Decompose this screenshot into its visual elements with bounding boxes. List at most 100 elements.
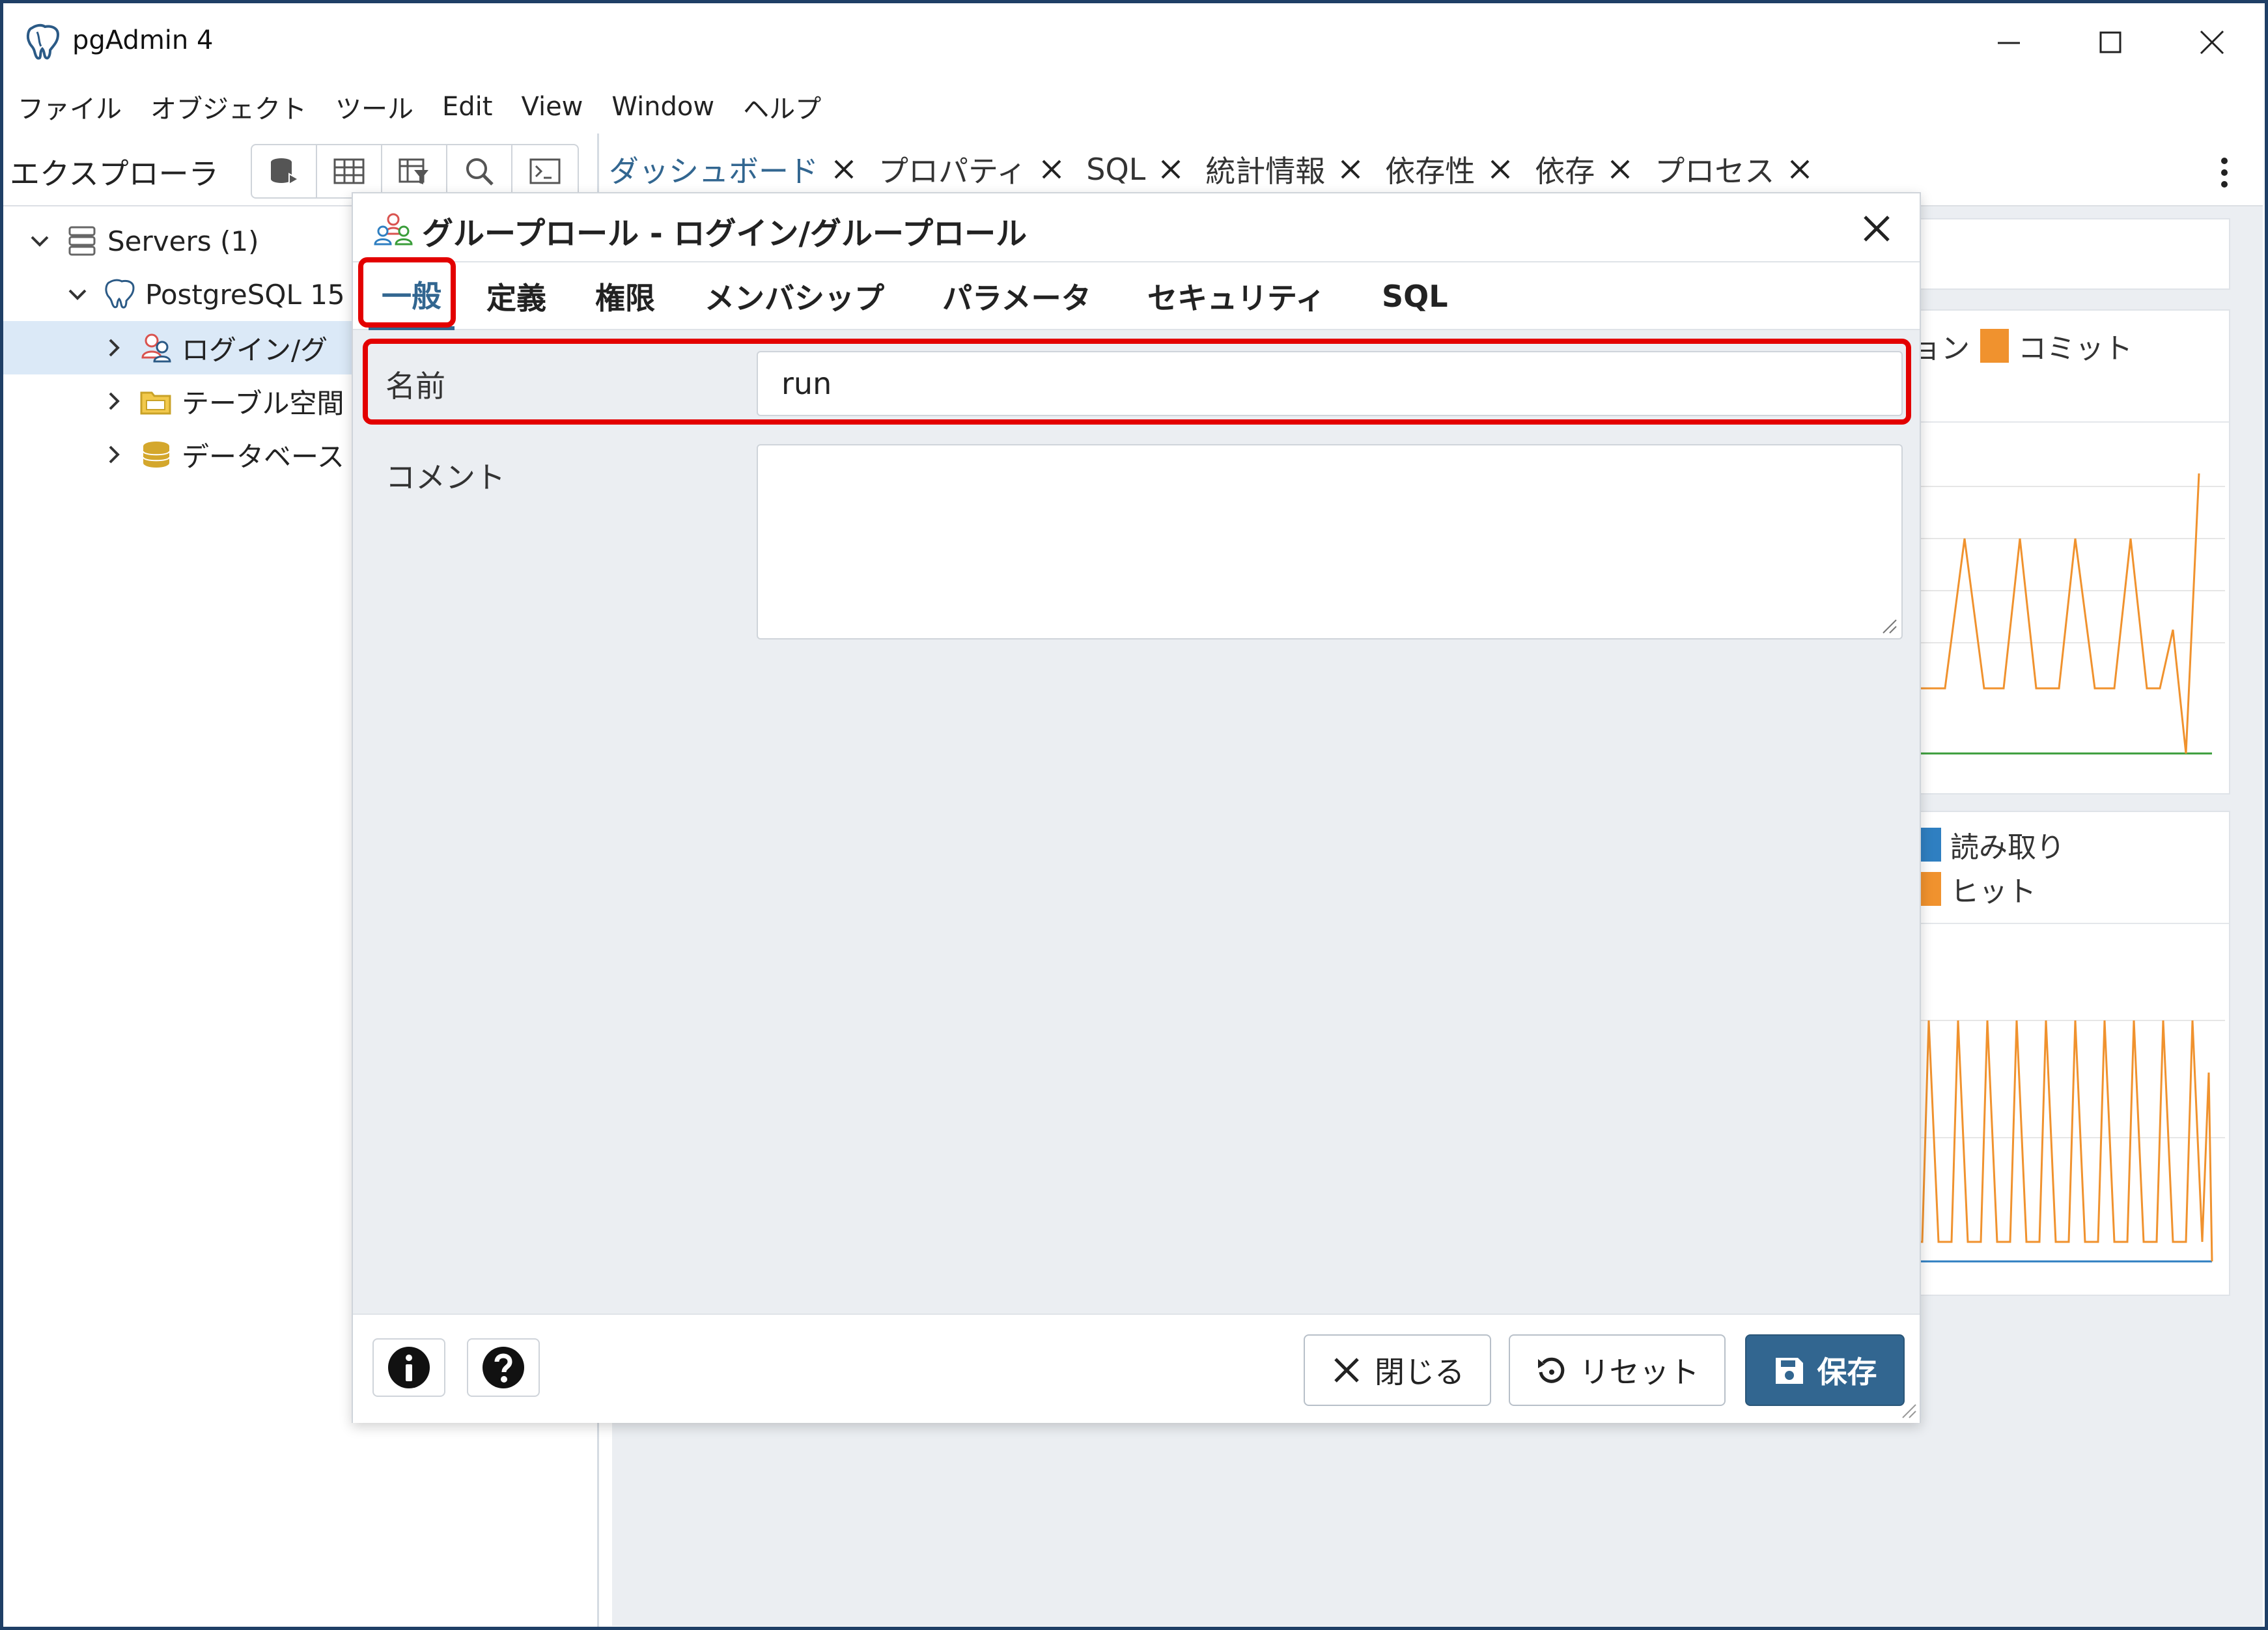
legend-hit: ヒット — [1912, 868, 2036, 910]
window-close-button[interactable] — [2173, 15, 2251, 70]
info-button[interactable] — [372, 1338, 445, 1397]
tree-label: テーブル空間 — [182, 387, 344, 419]
legend-top: ョン コミット — [1912, 325, 2133, 367]
tab-label: パラメータ — [942, 281, 1091, 316]
dialog-tab-definition[interactable]: 定義 — [486, 262, 546, 330]
chevron-down-icon — [68, 289, 87, 300]
close-icon[interactable] — [1608, 157, 1632, 182]
psql-tool-button[interactable] — [512, 145, 578, 197]
io-line-chart — [1873, 1020, 2225, 1263]
dialog-close-icon[interactable] — [1860, 212, 1894, 246]
close-icon — [2200, 30, 2224, 55]
close-icon[interactable] — [1338, 157, 1363, 182]
save-icon — [1775, 1358, 1803, 1384]
tab-label: SQL — [1382, 279, 1448, 314]
close-icon[interactable] — [1488, 157, 1513, 182]
tree-label: データベース — [182, 440, 344, 473]
tab-dependencies[interactable]: 依存性 — [1385, 148, 1513, 191]
dialog-tab-bar: 一般 定義 権限 メンバシップ パラメータ セキュリティ SQL — [353, 262, 1920, 330]
help-button[interactable] — [467, 1338, 540, 1397]
save-button-label: 保存 — [1817, 1355, 1877, 1390]
menu-object[interactable]: オブジェクト — [150, 88, 307, 126]
search-icon — [466, 158, 494, 186]
menu-view[interactable]: View — [521, 92, 583, 122]
terminal-icon — [529, 158, 561, 184]
chevron-right-icon — [109, 339, 120, 357]
reset-button[interactable]: リセット — [1509, 1334, 1726, 1406]
dialog-tab-privileges[interactable]: 権限 — [595, 262, 655, 330]
tab-statistics[interactable]: 統計情報 — [1205, 148, 1363, 191]
more-options-icon[interactable] — [2220, 157, 2229, 188]
close-icon[interactable] — [1039, 157, 1064, 182]
menu-tools[interactable]: ツール — [335, 88, 413, 126]
dialog-footer: 閉じる リセット 保存 — [353, 1314, 1920, 1423]
app-title: pgAdmin 4 — [72, 25, 214, 55]
close-icon[interactable] — [832, 157, 856, 182]
legend-label: ヒット — [1950, 875, 2036, 908]
close-icon[interactable] — [1158, 157, 1183, 182]
dialog-resize-grip-icon[interactable] — [1900, 1402, 1917, 1419]
tab-label: 統計情報 — [1205, 154, 1326, 189]
filter-rows-button[interactable] — [382, 145, 447, 197]
database-icon — [143, 442, 170, 468]
reset-button-label: リセット — [1579, 1355, 1700, 1390]
dialog-tab-membership[interactable]: メンバシップ — [705, 262, 884, 330]
minimize-button[interactable] — [1970, 15, 2048, 70]
close-icon — [1334, 1358, 1359, 1383]
comment-textarea[interactable] — [757, 444, 1903, 639]
legend-label: ョン — [1912, 332, 1970, 365]
close-icon[interactable] — [1787, 157, 1812, 182]
menu-bar: ファイル オブジェクト ツール Edit View Window ヘルプ — [3, 80, 2265, 133]
maximize-icon — [2099, 31, 2121, 53]
menu-window[interactable]: Window — [611, 92, 714, 122]
explorer-title: エクスプローラ — [10, 156, 219, 191]
tree-label: Servers (1) — [107, 225, 259, 257]
tab-sql[interactable]: SQL — [1086, 152, 1183, 187]
folder-icon — [140, 391, 171, 415]
elephant-icon — [105, 279, 135, 309]
view-data-button[interactable] — [317, 145, 382, 197]
menu-help[interactable]: ヘルプ — [743, 88, 821, 126]
database-play-icon — [271, 158, 300, 186]
tab-label: プロパティ — [878, 154, 1027, 189]
group-role-icon — [374, 213, 413, 246]
menu-edit[interactable]: Edit — [442, 92, 492, 122]
tab-dependents[interactable]: 依存 — [1535, 148, 1632, 191]
chevron-down-icon — [31, 236, 49, 247]
tab-processes[interactable]: プロセス — [1655, 148, 1812, 191]
legend-label: コミット — [2018, 332, 2133, 365]
table-icon — [333, 158, 365, 184]
tab-label: SQL — [1086, 152, 1146, 187]
menu-file[interactable]: ファイル — [18, 88, 122, 126]
table-filter-icon — [399, 158, 428, 184]
close-button[interactable]: 閉じる — [1304, 1334, 1491, 1406]
close-button-label: 閉じる — [1375, 1355, 1464, 1390]
search-objects-button[interactable] — [447, 145, 512, 197]
dialog-tab-sql[interactable]: SQL — [1382, 262, 1448, 330]
transactions-line-chart — [1873, 473, 2225, 755]
legend-label: 読み取り — [1950, 831, 2065, 864]
resize-grip-icon[interactable] — [1881, 617, 1897, 634]
transactions-chart-card: ョン コミット — [1872, 309, 2230, 794]
chart-divider — [1873, 923, 2229, 924]
tab-label: セキュリティ — [1147, 281, 1326, 316]
reset-icon — [1537, 1357, 1564, 1383]
title-bar: pgAdmin 4 — [3, 3, 2265, 80]
dashboard-toolbar — [1892, 218, 2230, 290]
help-icon — [483, 1347, 524, 1388]
chart-divider — [1873, 421, 2229, 423]
dialog-tab-parameters[interactable]: パラメータ — [942, 262, 1091, 330]
tab-label: メンバシップ — [705, 281, 884, 316]
minimize-icon — [1998, 42, 2020, 44]
io-chart-card: 読み取り ヒット — [1872, 811, 2230, 1296]
tab-properties[interactable]: プロパティ — [878, 148, 1064, 191]
legend-swatch — [1980, 329, 2009, 363]
save-button[interactable]: 保存 — [1745, 1334, 1905, 1406]
query-tool-button[interactable] — [252, 145, 317, 197]
maximize-button[interactable] — [2071, 15, 2149, 70]
tab-label: 権限 — [595, 281, 655, 316]
dialog-header[interactable]: グループロール - ログイン/グループロール — [353, 193, 1920, 262]
servers-icon — [68, 226, 96, 256]
dialog-tab-security[interactable]: セキュリティ — [1147, 262, 1325, 330]
tab-dashboard[interactable]: ダッシュボード — [609, 148, 856, 191]
